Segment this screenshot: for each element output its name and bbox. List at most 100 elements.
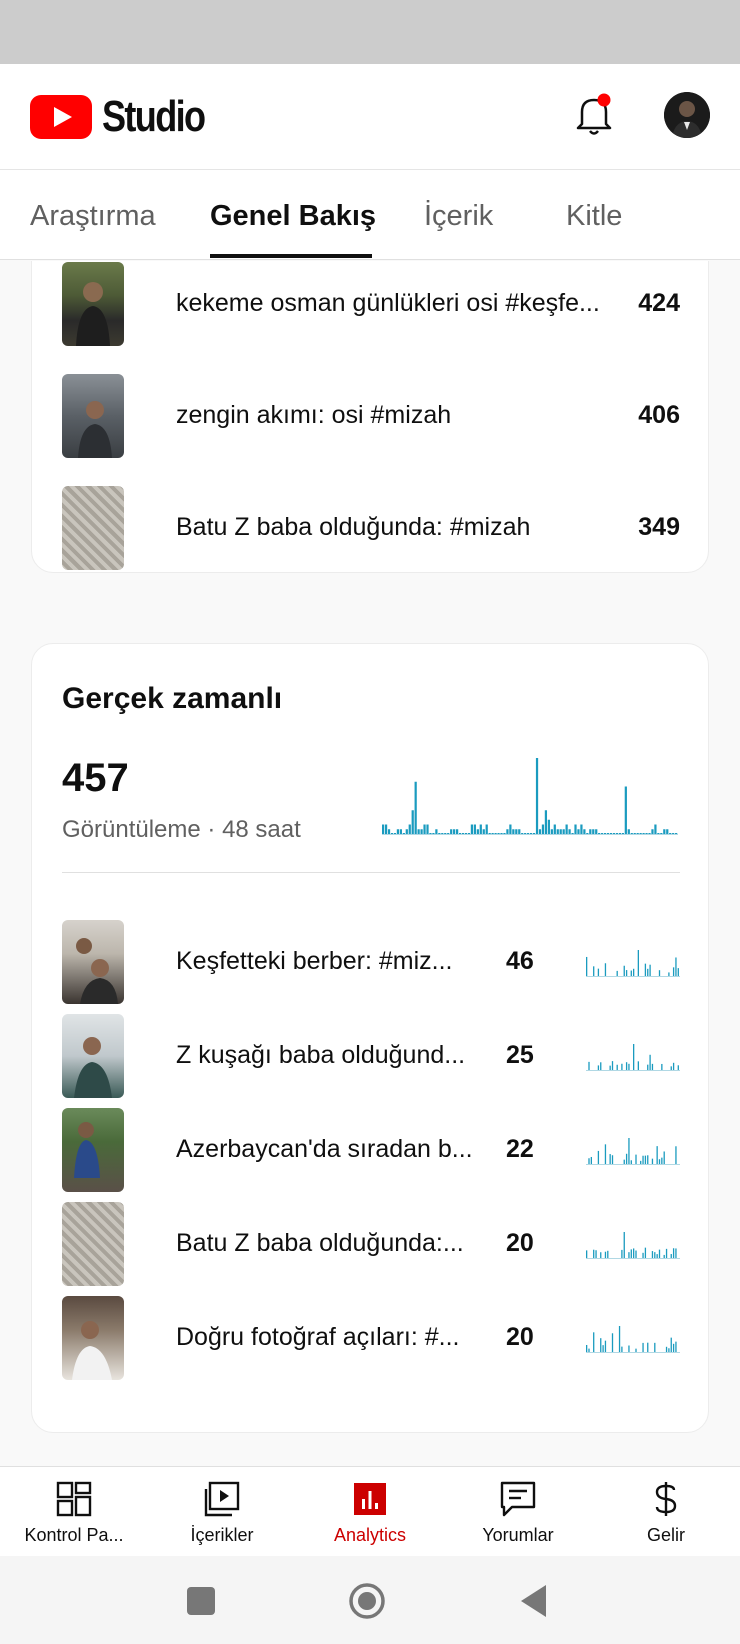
avatar-image bbox=[664, 92, 710, 138]
mini-bar bbox=[604, 1340, 607, 1352]
mini-bar bbox=[647, 1064, 649, 1070]
mini-bar bbox=[616, 970, 618, 976]
chart-bar bbox=[538, 829, 542, 834]
video-views: 424 bbox=[638, 289, 680, 317]
mini-bar bbox=[630, 1160, 632, 1164]
nav-dashboard[interactable]: Kontrol Pa... bbox=[12, 1467, 136, 1557]
list-item[interactable]: Batu Z baba olduğunda: #mizah 349 bbox=[62, 486, 680, 570]
mini-bar bbox=[644, 1247, 647, 1258]
chart-bar bbox=[411, 810, 414, 834]
mini-bar bbox=[665, 1248, 668, 1258]
video-thumbnail bbox=[62, 262, 124, 346]
mini-bar bbox=[633, 1044, 635, 1070]
back-icon[interactable] bbox=[518, 1583, 550, 1619]
chart-bar bbox=[506, 829, 509, 834]
mini-bar bbox=[656, 1146, 658, 1164]
mini-bar bbox=[658, 1159, 661, 1164]
chart-bar bbox=[642, 833, 645, 834]
chart-bar bbox=[651, 829, 654, 834]
chart-bar bbox=[441, 833, 444, 834]
notifications-button[interactable] bbox=[574, 92, 614, 136]
nav-label: Yorumlar bbox=[482, 1525, 554, 1545]
chart-bar bbox=[544, 810, 548, 834]
chart-bar bbox=[627, 829, 630, 834]
chart-bar bbox=[574, 824, 577, 834]
list-item[interactable]: kekeme osman günlükleri osi #keşfe... 42… bbox=[62, 262, 680, 346]
chart-bar bbox=[535, 758, 539, 834]
realtime-title: Gerçek zamanlı bbox=[62, 682, 283, 715]
table-row[interactable]: Batu Z baba olduğunda:... 20 bbox=[62, 1202, 680, 1286]
mini-bar bbox=[600, 1338, 602, 1352]
nav-label: Gelir bbox=[646, 1525, 685, 1545]
mini-bar bbox=[663, 1254, 665, 1258]
chart-bar bbox=[382, 824, 385, 834]
mini-bar bbox=[651, 1158, 654, 1164]
nav-content[interactable]: İçerikler bbox=[160, 1467, 284, 1557]
list-item[interactable]: zengin akımı: osi #mizah 406 bbox=[62, 374, 680, 458]
tab-content[interactable]: İçerik bbox=[424, 200, 493, 233]
video-views: 349 bbox=[638, 513, 680, 541]
chart-bar bbox=[467, 833, 471, 834]
mini-bar bbox=[661, 1157, 663, 1164]
mini-bar bbox=[597, 1150, 600, 1164]
chart-bar bbox=[435, 829, 438, 834]
scroll-content[interactable]: kekeme osman günlükleri osi #keşfe... 42… bbox=[0, 261, 740, 1466]
video-title: Batu Z baba olduğunda:... bbox=[176, 1229, 464, 1257]
mini-bar bbox=[672, 967, 675, 976]
avatar[interactable] bbox=[664, 92, 710, 138]
mini-bar bbox=[637, 1061, 639, 1070]
table-row[interactable]: Keşfetteki berber: #miz... 46 bbox=[62, 920, 680, 1004]
video-views: 25 bbox=[506, 1041, 534, 1069]
video-thumbnail bbox=[62, 1296, 124, 1380]
mini-bar bbox=[649, 964, 651, 976]
chart-bar bbox=[604, 833, 607, 834]
chart-bar bbox=[527, 833, 530, 834]
table-row[interactable]: Azerbaycan'da sıradan b... 22 bbox=[62, 1108, 680, 1192]
realtime-total-views: 457 bbox=[62, 756, 129, 800]
chart-bar bbox=[624, 786, 627, 834]
mini-chart bbox=[586, 1138, 680, 1165]
mini-bar bbox=[675, 1341, 677, 1352]
table-row[interactable]: Z kuşağı baba olduğund... 25 bbox=[62, 1014, 680, 1098]
mini-bar bbox=[628, 1252, 630, 1258]
chart-bar bbox=[669, 833, 672, 834]
realtime-card: Gerçek zamanlı 457 Görüntüleme · 48 saat… bbox=[31, 643, 709, 1433]
nav-comments[interactable]: Yorumlar bbox=[456, 1467, 580, 1557]
home-icon[interactable] bbox=[348, 1582, 386, 1620]
chart-bar bbox=[672, 833, 675, 834]
tab-overview[interactable]: Genel Bakış bbox=[210, 200, 376, 233]
chart-bar bbox=[595, 829, 598, 834]
tab-research[interactable]: Araştırma bbox=[30, 200, 156, 233]
nav-analytics[interactable]: Analytics bbox=[308, 1467, 432, 1557]
mini-bar bbox=[621, 1346, 623, 1352]
mini-bar bbox=[600, 1252, 602, 1258]
video-views: 20 bbox=[506, 1229, 534, 1257]
notification-dot bbox=[597, 93, 611, 107]
chart-bar bbox=[521, 833, 524, 834]
nav-earn[interactable]: Gelir bbox=[604, 1467, 728, 1557]
mini-bar bbox=[588, 1348, 590, 1352]
tab-audience[interactable]: Kitle bbox=[566, 200, 622, 233]
chart-bar bbox=[458, 833, 462, 834]
studio-logo[interactable]: Studio bbox=[30, 92, 227, 142]
status-bar bbox=[0, 0, 740, 64]
chart-bar bbox=[639, 833, 642, 834]
mini-bar bbox=[647, 1342, 649, 1352]
mini-bar bbox=[586, 1250, 588, 1258]
chart-bar bbox=[621, 833, 624, 834]
mini-bar bbox=[633, 1248, 635, 1258]
chart-bar bbox=[500, 833, 503, 834]
mini-bar bbox=[611, 1333, 614, 1352]
video-title: kekeme osman günlükleri osi #keşfe... bbox=[176, 289, 600, 317]
bottom-nav: Kontrol Pa... İçerikler Analytics Yoruml… bbox=[0, 1466, 740, 1556]
table-row[interactable]: Doğru fotoğraf açıları: #... 20 bbox=[62, 1296, 680, 1380]
chart-bar bbox=[515, 829, 518, 834]
mini-bar bbox=[630, 1249, 632, 1258]
mini-bar bbox=[672, 1343, 675, 1352]
chart-bar bbox=[453, 829, 456, 834]
chart-bar bbox=[417, 829, 420, 834]
mini-bar bbox=[604, 1251, 607, 1258]
video-thumbnail bbox=[62, 486, 124, 570]
chart-bar bbox=[399, 829, 402, 834]
recent-apps-icon[interactable] bbox=[186, 1586, 216, 1616]
